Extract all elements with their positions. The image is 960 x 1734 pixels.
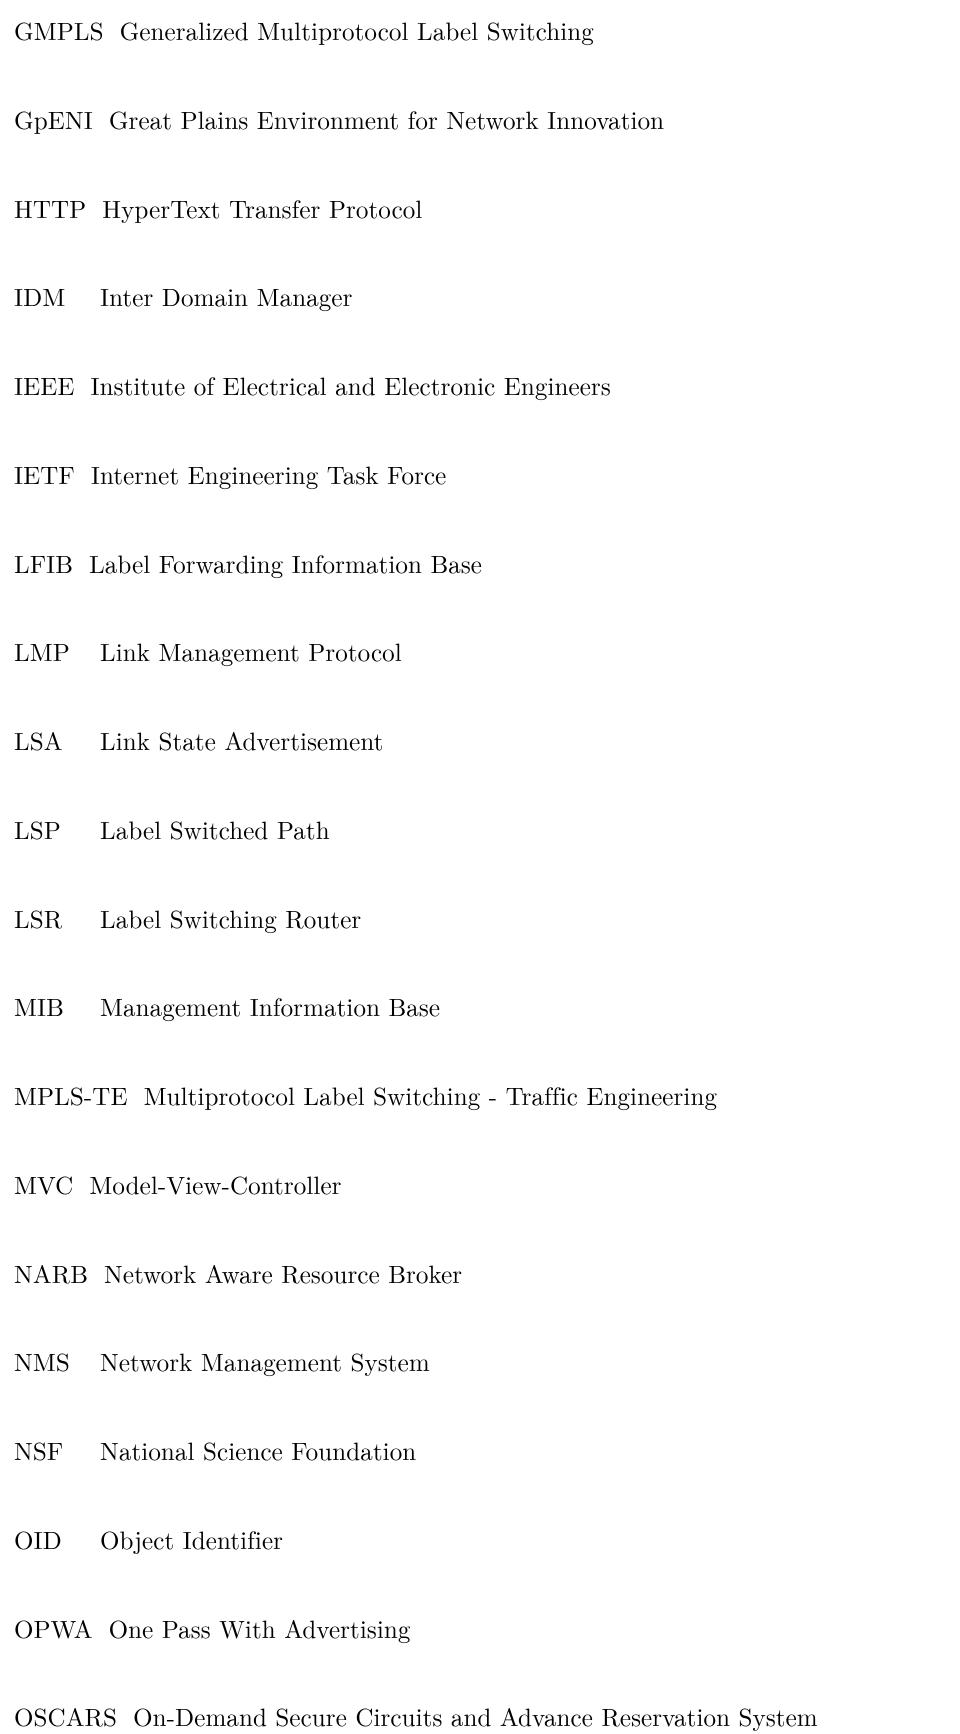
- glossary-entry: NARB Network Aware Resource Broker: [14, 1257, 960, 1291]
- abbr: HTTP: [14, 192, 86, 226]
- definition: On-Demand Secure Circuits and Advance Re…: [133, 1700, 960, 1734]
- definition: Link State Advertisement: [100, 724, 960, 758]
- glossary-entry: IEEE Institute of Electrical and Electro…: [14, 369, 960, 403]
- glossary-entry: IDM Inter Domain Manager: [14, 280, 960, 314]
- definition: HyperText Transfer Protocol: [102, 192, 960, 226]
- glossary-entry: NSF National Science Foundation: [14, 1434, 960, 1468]
- definition: National Science Foundation: [100, 1434, 960, 1468]
- abbr: LSP: [14, 813, 84, 847]
- abbr: LSR: [14, 902, 84, 936]
- glossary-entry: LFIB Label Forwarding Information Base: [14, 547, 960, 581]
- glossary-entry: LSR Label Switching Router: [14, 902, 960, 936]
- definition: Management Information Base: [100, 990, 960, 1024]
- definition: Label Forwarding Information Base: [89, 547, 960, 581]
- abbr: NSF: [14, 1434, 84, 1468]
- glossary-entry: LMP Link Management Protocol: [14, 635, 960, 669]
- glossary-entry: OPWA One Pass With Advertising: [14, 1612, 960, 1646]
- abbr: LSA: [14, 724, 84, 758]
- abbr: LMP: [14, 635, 84, 669]
- abbr: LFIB: [14, 547, 73, 581]
- glossary-entry: NMS Network Management System: [14, 1345, 960, 1379]
- glossary-entry: GMPLS Generalized Multiprotocol Label Sw…: [14, 14, 960, 48]
- definition: Object Identifier: [100, 1523, 960, 1557]
- definition: Great Plains Environment for Network Inn…: [109, 103, 960, 137]
- glossary-page: GMPLS Generalized Multiprotocol Label Sw…: [0, 0, 960, 1734]
- definition: Link Management Protocol: [100, 635, 960, 669]
- definition: Inter Domain Manager: [100, 280, 960, 314]
- abbr: MPLS-TE: [14, 1079, 128, 1113]
- glossary-entry: MPLS-TE Multiprotocol Label Switching - …: [14, 1079, 960, 1113]
- definition: Label Switched Path: [100, 813, 960, 847]
- definition: Generalized Multiprotocol Label Switchin…: [120, 14, 960, 48]
- definition: One Pass With Advertising: [109, 1612, 960, 1646]
- glossary-entry: IETF Internet Engineering Task Force: [14, 458, 960, 492]
- abbr: GMPLS: [14, 14, 104, 48]
- abbr: NARB: [14, 1257, 88, 1291]
- definition: Network Aware Resource Broker: [104, 1257, 960, 1291]
- definition: Model-View-Controller: [89, 1168, 960, 1202]
- glossary-entry: OSCARS On-Demand Secure Circuits and Adv…: [14, 1700, 960, 1734]
- definition: Label Switching Router: [100, 902, 960, 936]
- glossary-entry: MIB Management Information Base: [14, 990, 960, 1024]
- abbr: OSCARS: [14, 1700, 117, 1734]
- abbr: MIB: [14, 990, 84, 1024]
- definition: Multiprotocol Label Switching - Traffic …: [144, 1079, 960, 1113]
- glossary-entry: MVC Model-View-Controller: [14, 1168, 960, 1202]
- glossary-entry: LSA Link State Advertisement: [14, 724, 960, 758]
- glossary-entry: HTTP HyperText Transfer Protocol: [14, 192, 960, 226]
- abbr: IETF: [14, 458, 75, 492]
- abbr: MVC: [14, 1168, 73, 1202]
- definition: Network Management System: [100, 1345, 960, 1379]
- abbr: OID: [14, 1523, 84, 1557]
- definition: Internet Engineering Task Force: [91, 458, 960, 492]
- abbr: IEEE: [14, 369, 75, 403]
- glossary-entry: LSP Label Switched Path: [14, 813, 960, 847]
- glossary-entry: GpENI Great Plains Environment for Netwo…: [14, 103, 960, 137]
- abbr: IDM: [14, 280, 84, 314]
- definition: Institute of Electrical and Electronic E…: [91, 369, 960, 403]
- abbr: GpENI: [14, 103, 93, 137]
- glossary-entry: OID Object Identifier: [14, 1523, 960, 1557]
- abbr: OPWA: [14, 1612, 93, 1646]
- abbr: NMS: [14, 1345, 84, 1379]
